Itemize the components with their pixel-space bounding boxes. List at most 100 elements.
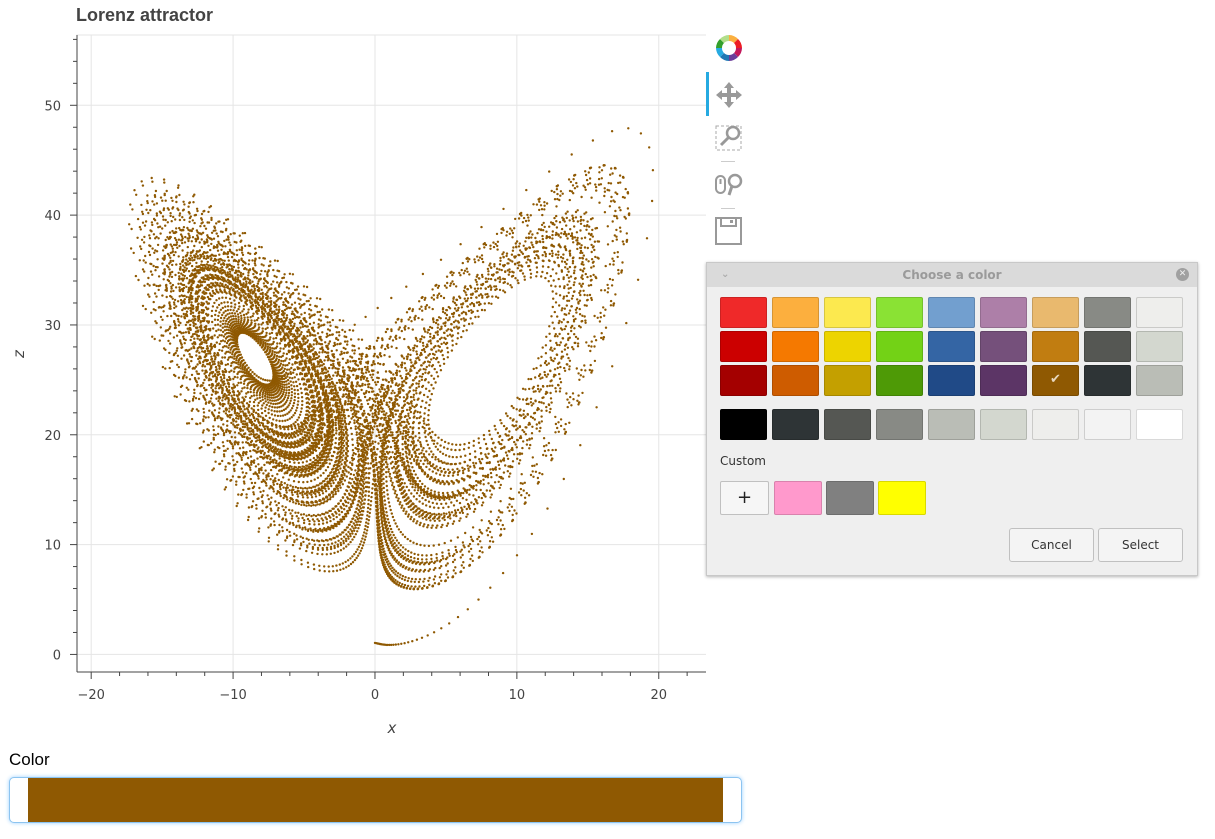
data-point: [240, 319, 243, 322]
data-point: [321, 492, 325, 495]
data-point: [443, 284, 447, 287]
data-point: [275, 357, 278, 360]
data-point: [370, 495, 373, 499]
data-point: [616, 192, 619, 196]
data-point: [334, 392, 337, 395]
data-point: [557, 250, 560, 253]
data-point: [415, 638, 419, 641]
data-point: [406, 418, 409, 421]
data-point: [189, 291, 193, 295]
data-point: [287, 391, 291, 395]
data-point: [354, 550, 358, 554]
data-point: [293, 392, 297, 395]
data-point: [401, 380, 404, 384]
data-point: [331, 385, 334, 388]
data-point: [173, 395, 176, 398]
data-point: [229, 402, 233, 406]
data-point: [469, 317, 472, 320]
data-point: [600, 336, 603, 340]
data-point: [141, 304, 145, 308]
data-point: [579, 444, 582, 447]
data-point: [463, 505, 466, 508]
data-point: [283, 386, 286, 389]
data-point: [610, 130, 614, 133]
data-point: [213, 352, 216, 355]
data-point: [277, 478, 280, 482]
data-point: [570, 329, 573, 333]
data-point: [380, 518, 383, 521]
data-point: [506, 282, 509, 285]
data-point: [253, 324, 257, 328]
data-point: [236, 384, 239, 387]
data-point: [393, 568, 396, 571]
data-point: [405, 285, 408, 288]
data-point: [273, 351, 276, 354]
data-point: [223, 329, 227, 332]
data-point: [448, 316, 451, 319]
data-point: [486, 534, 490, 537]
data-point: [280, 464, 283, 468]
data-point: [176, 186, 180, 189]
data-point: [207, 379, 211, 382]
data-point: [327, 342, 330, 345]
data-point: [219, 324, 222, 327]
data-point: [227, 346, 230, 349]
data-point: [236, 273, 239, 277]
data-point: [454, 566, 457, 569]
data-point: [240, 390, 243, 393]
data-point: [533, 418, 536, 421]
data-point: [357, 484, 360, 487]
data-point: [570, 404, 573, 407]
data-point: [283, 482, 286, 485]
data-point: [264, 512, 267, 516]
data-point: [216, 323, 220, 326]
data-point: [288, 339, 291, 342]
data-point: [365, 346, 368, 350]
data-point: [257, 408, 260, 412]
data-point: [408, 316, 412, 319]
data-point: [276, 342, 279, 345]
data-point: [283, 388, 286, 392]
data-point: [579, 293, 582, 297]
data-point: [460, 268, 463, 272]
data-point: [267, 536, 271, 539]
data-point: [300, 563, 303, 566]
data-point: [422, 344, 425, 347]
data-point: [225, 319, 228, 323]
data-point: [178, 286, 181, 289]
data-point: [444, 454, 448, 457]
data-point: [205, 341, 208, 345]
data-point: [439, 450, 442, 453]
data-point: [398, 326, 401, 329]
data-point: [410, 569, 413, 572]
data-point: [435, 472, 438, 475]
data-point: [210, 309, 214, 313]
data-point: [308, 542, 311, 545]
data-point: [550, 315, 553, 318]
data-point: [369, 504, 372, 507]
data-point: [258, 438, 261, 442]
data-point: [555, 231, 558, 235]
data-point: [415, 417, 419, 420]
data-point: [223, 325, 227, 328]
data-point: [532, 367, 535, 371]
data-point: [224, 309, 227, 313]
data-point: [242, 420, 245, 423]
plot-canvas[interactable]: −20 −10 0 10 2001020304050 x z: [0, 0, 706, 745]
data-point: [419, 405, 423, 408]
data-point: [296, 389, 299, 392]
data-point: [588, 177, 592, 180]
data-point: [529, 276, 532, 279]
data-point: [178, 244, 181, 248]
data-point: [233, 410, 237, 413]
data-point: [427, 569, 430, 573]
data-point: [444, 502, 448, 505]
data-point: [207, 349, 210, 352]
data-point: [446, 570, 450, 573]
data-point: [388, 401, 391, 404]
data-point: [557, 430, 560, 433]
data-point: [273, 410, 276, 413]
data-point: [622, 243, 625, 246]
data-point: [341, 458, 344, 462]
data-point: [249, 390, 252, 394]
